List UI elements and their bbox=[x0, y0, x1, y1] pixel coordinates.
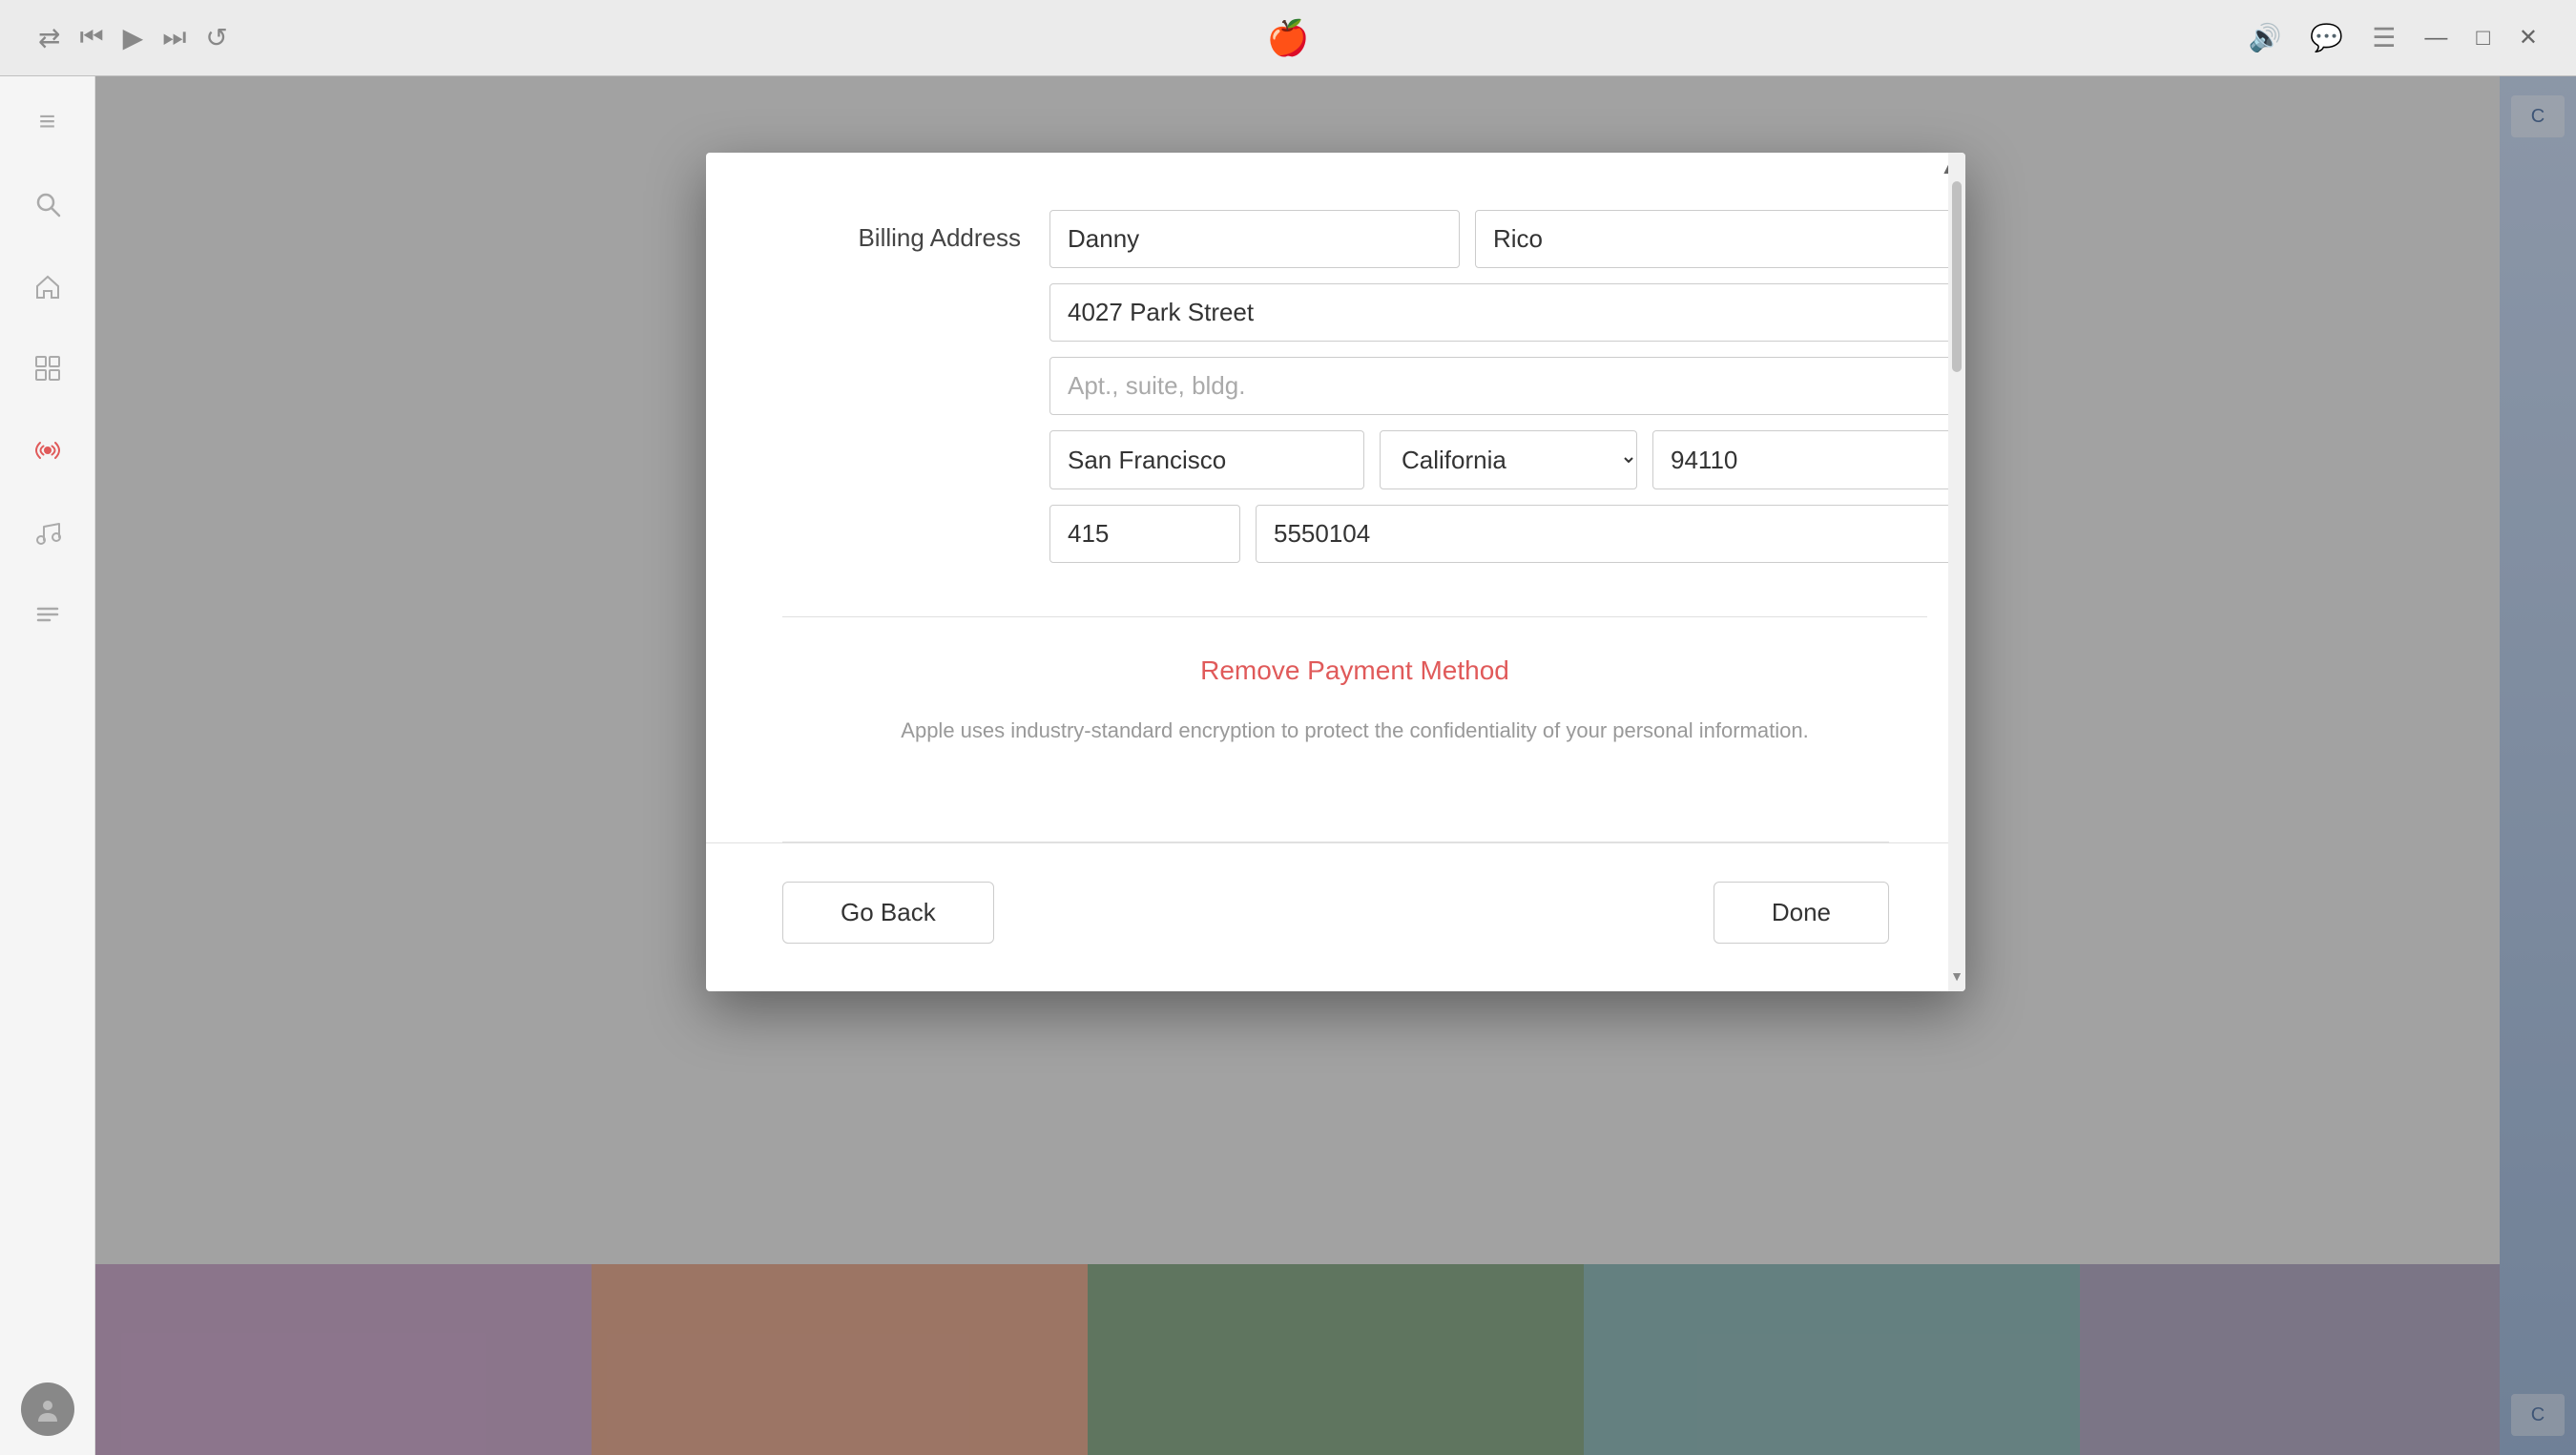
title-bar: ⇄ ⏮ ▶ ⏭ ↺ 🍎 🔊 💬 ☰ — □ ✕ bbox=[0, 0, 2576, 76]
apt-row bbox=[1049, 357, 1965, 415]
name-row bbox=[1049, 210, 1965, 268]
play-button[interactable]: ▶ bbox=[123, 22, 144, 53]
repeat-button[interactable]: ↺ bbox=[205, 22, 227, 53]
phone-row bbox=[1049, 505, 1965, 563]
title-bar-controls: ⇄ ⏮ ▶ ⏭ ↺ bbox=[38, 22, 228, 53]
city-state-zip-row: California Alabama Alaska Arizona Arkans… bbox=[1049, 430, 1965, 489]
remove-payment-section: Remove Payment Method bbox=[782, 655, 1927, 686]
sidebar-menu-icon[interactable]: ≡ bbox=[21, 95, 74, 149]
modal-overlay: ▲ ▼ Billing Address bbox=[95, 76, 2576, 1455]
area-code-input[interactable] bbox=[1049, 505, 1240, 563]
go-back-button[interactable]: Go Back bbox=[782, 882, 994, 944]
modal-content: Billing Address bbox=[706, 153, 1965, 842]
address-row bbox=[1049, 283, 1965, 342]
first-name-input[interactable] bbox=[1049, 210, 1460, 268]
main-area: ≡ bbox=[0, 76, 2576, 1455]
remove-payment-button[interactable]: Remove Payment Method bbox=[1200, 655, 1509, 686]
security-note: Apple uses industry-standard encryption … bbox=[782, 715, 1927, 746]
rewind-button[interactable]: ⏮ bbox=[79, 22, 103, 53]
shuffle-button[interactable]: ⇄ bbox=[38, 22, 60, 53]
sidebar-home-icon[interactable] bbox=[21, 260, 74, 313]
divider-1 bbox=[782, 616, 1927, 617]
list-button[interactable]: ☰ bbox=[2372, 22, 2396, 53]
app-window: ⇄ ⏮ ▶ ⏭ ↺ 🍎 🔊 💬 ☰ — □ ✕ ≡ bbox=[0, 0, 2576, 1455]
content-area: C C ▲ ▼ bbox=[95, 76, 2576, 1455]
sidebar-search-icon[interactable] bbox=[21, 177, 74, 231]
zip-input[interactable] bbox=[1652, 430, 1965, 489]
volume-button[interactable]: 🔊 bbox=[2249, 22, 2282, 53]
sidebar-radio-icon[interactable] bbox=[21, 424, 74, 477]
modal-dialog: ▲ ▼ Billing Address bbox=[706, 153, 1965, 991]
apple-logo: 🍎 bbox=[1267, 18, 1310, 58]
close-button[interactable]: ✕ bbox=[2519, 24, 2538, 52]
chat-button[interactable]: 💬 bbox=[2310, 22, 2343, 53]
apt-input[interactable] bbox=[1049, 357, 1965, 415]
last-name-input[interactable] bbox=[1475, 210, 1965, 268]
modal-scrollbar[interactable]: ▼ bbox=[1948, 153, 1965, 991]
sidebar-playlist-icon[interactable] bbox=[21, 588, 74, 641]
user-avatar[interactable] bbox=[21, 1382, 74, 1436]
state-select[interactable]: California Alabama Alaska Arizona Arkans… bbox=[1380, 430, 1637, 489]
done-button[interactable]: Done bbox=[1714, 882, 1889, 944]
maximize-button[interactable]: □ bbox=[2476, 25, 2490, 52]
minimize-button[interactable]: — bbox=[2424, 25, 2447, 52]
sidebar-music-icon[interactable] bbox=[21, 506, 74, 559]
sidebar-grid-icon[interactable] bbox=[21, 342, 74, 395]
billing-label: Billing Address bbox=[782, 210, 1049, 253]
sidebar: ≡ bbox=[0, 76, 95, 1455]
title-bar-right: 🔊 💬 ☰ — □ ✕ bbox=[2249, 22, 2538, 53]
phone-input[interactable] bbox=[1256, 505, 1965, 563]
fastforward-button[interactable]: ⏭ bbox=[162, 22, 186, 53]
billing-fields: California Alabama Alaska Arizona Arkans… bbox=[1049, 210, 1965, 578]
city-input[interactable] bbox=[1049, 430, 1364, 489]
address-input[interactable] bbox=[1049, 283, 1965, 342]
scrollbar-thumb[interactable] bbox=[1952, 181, 1962, 372]
scroll-indicator-bottom: ▼ bbox=[1950, 968, 1963, 984]
modal-footer: Go Back Done bbox=[706, 842, 1965, 991]
billing-address-section: Billing Address bbox=[782, 210, 1927, 578]
